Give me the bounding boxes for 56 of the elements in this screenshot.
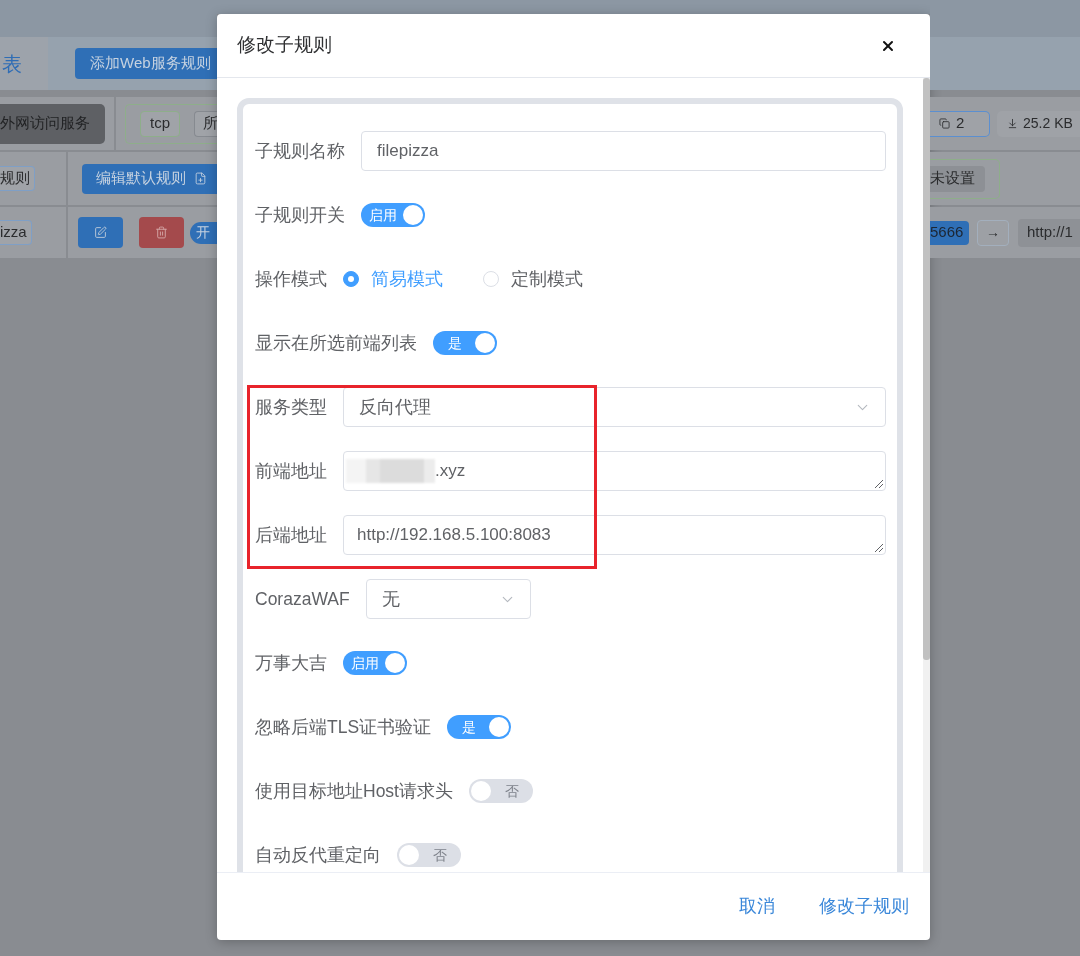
delete-button[interactable] <box>139 217 184 248</box>
field-label: 自动反代重定向 <box>255 843 381 867</box>
toggle-switch[interactable]: 启用 <box>343 651 407 675</box>
scrollbar-thumb[interactable] <box>923 78 930 660</box>
toggle-switch[interactable]: 是 <box>433 331 497 355</box>
status-tag: 未设置 <box>930 165 985 192</box>
field-label: CorazaWAF <box>255 587 350 611</box>
connections-count: 2 <box>956 113 965 134</box>
select-field[interactable]: 无 <box>365 579 531 619</box>
textarea-field[interactable]: .xyz <box>343 451 886 491</box>
edit-button[interactable] <box>78 217 123 248</box>
scope-tag: 所 <box>194 110 218 137</box>
name-tag: izza <box>0 220 32 245</box>
toggle-switch[interactable]: 开 <box>190 221 217 244</box>
tab[interactable]: 表 <box>0 37 48 90</box>
field-value: .xyz <box>435 460 466 483</box>
port-tag: 5666 <box>930 220 969 245</box>
trash-icon <box>155 226 168 239</box>
field-label: 服务类型 <box>255 395 327 419</box>
field-label: 子规则开关 <box>255 203 345 227</box>
traffic-text: 25.2 KB <box>1023 114 1073 133</box>
confirm-button[interactable]: 修改子规则 <box>811 889 917 924</box>
arrow-tag: → <box>977 219 1009 246</box>
radio-option[interactable]: 简易模式 <box>343 265 443 293</box>
toggle-switch[interactable]: 否 <box>469 779 533 803</box>
add-web-rule-button[interactable]: 添加Web服务规则 <box>75 48 217 79</box>
field-label: 子规则名称 <box>255 139 345 163</box>
resize-handle-icon[interactable] <box>875 480 883 488</box>
rule-tag: 规则 <box>0 166 35 191</box>
select-field[interactable]: 反向代理 <box>343 387 886 427</box>
service-button[interactable]: 外网访问服务 <box>0 103 105 144</box>
target-url-tag: http://1 <box>1018 218 1080 247</box>
toggle-switch[interactable]: 是 <box>447 715 512 739</box>
field-label: 后端地址 <box>255 523 327 547</box>
cancel-button[interactable]: 取消 <box>731 889 783 924</box>
download-icon <box>1007 118 1018 129</box>
field-value: http://192.168.5.100:8083 <box>357 524 551 547</box>
radio-button[interactable] <box>343 271 359 287</box>
field-label: 前端地址 <box>255 459 327 483</box>
overlapping-squares-icon <box>939 118 950 129</box>
protocol-tag: tcp <box>140 110 180 137</box>
radio-option[interactable]: 定制模式 <box>483 265 583 293</box>
text-field[interactable]: filepizza <box>361 131 886 171</box>
field-label: 操作模式 <box>255 267 327 291</box>
toggle-switch[interactable]: 否 <box>397 843 461 867</box>
field-label: 使用目标地址Host请求头 <box>255 779 453 803</box>
edit-icon <box>94 226 107 239</box>
dialog-title: 修改子规则 <box>237 33 332 58</box>
field-label: 显示在所选前端列表 <box>255 331 417 355</box>
textarea-field[interactable]: http://192.168.5.100:8083 <box>343 515 886 555</box>
toggle-switch[interactable]: 启用 <box>361 203 425 227</box>
edit-default-rule-button[interactable]: 编辑默认规则 <box>82 163 217 194</box>
file-plus-icon <box>194 172 207 185</box>
resize-handle-icon[interactable] <box>875 544 883 552</box>
field-label: 忽略后端TLS证书验证 <box>255 715 432 739</box>
field-label: 万事大吉 <box>255 651 327 675</box>
